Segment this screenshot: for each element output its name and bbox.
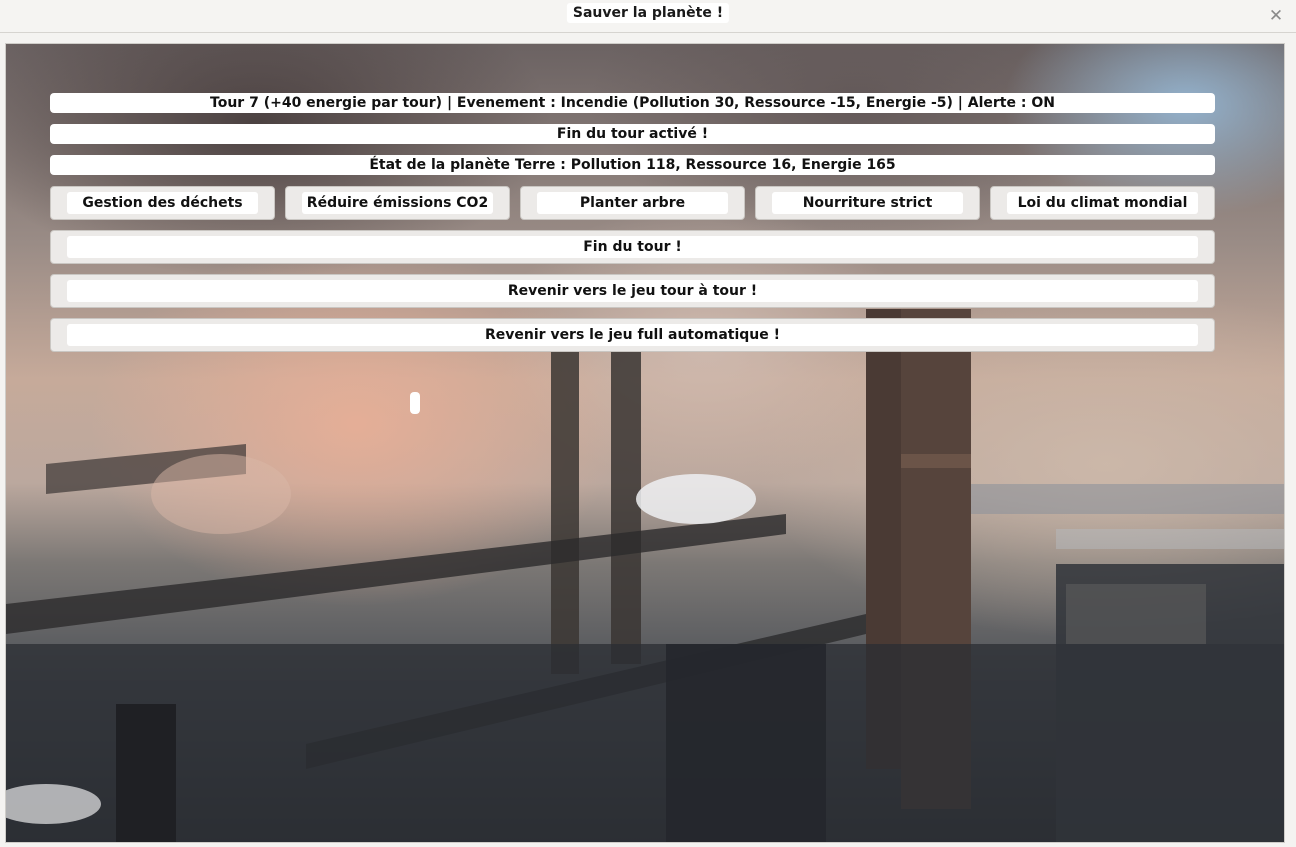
waste-management-button[interactable]: Gestion des déchets — [50, 186, 275, 220]
reduce-co2-label: Réduire émissions CO2 — [302, 192, 493, 214]
plant-tree-button[interactable]: Planter arbre — [520, 186, 745, 220]
empty-message-label — [410, 392, 420, 414]
planet-state-line: État de la planète Terre : Pollution 118… — [50, 155, 1215, 175]
close-icon[interactable]: ✕ — [1266, 6, 1286, 26]
climate-law-label: Loi du climat mondial — [1007, 192, 1198, 214]
end-turn-label: Fin du tour ! — [67, 236, 1198, 258]
reduce-co2-button[interactable]: Réduire émissions CO2 — [285, 186, 510, 220]
back-full-auto-button[interactable]: Revenir vers le jeu full automatique ! — [50, 318, 1215, 352]
back-full-auto-label: Revenir vers le jeu full automatique ! — [67, 324, 1198, 346]
window-title: Sauver la planète ! — [566, 3, 730, 23]
waste-management-label: Gestion des déchets — [67, 192, 258, 214]
strict-food-button[interactable]: Nourriture strict — [755, 186, 980, 220]
climate-law-button[interactable]: Loi du climat mondial — [990, 186, 1215, 220]
window-titlebar: Sauver la planète ! ✕ — [0, 0, 1296, 33]
back-turn-based-label: Revenir vers le jeu tour à tour ! — [67, 280, 1198, 302]
back-turn-based-button[interactable]: Revenir vers le jeu tour à tour ! — [50, 274, 1215, 308]
end-turn-button[interactable]: Fin du tour ! — [50, 230, 1215, 264]
strict-food-label: Nourriture strict — [772, 192, 963, 214]
action-buttons-row: Gestion des déchets Réduire émissions CO… — [50, 186, 1215, 220]
turn-status-line: Tour 7 (+40 energie par tour) | Evenemen… — [50, 93, 1215, 113]
end-turn-notice: Fin du tour activé ! — [50, 124, 1215, 144]
plant-tree-label: Planter arbre — [537, 192, 728, 214]
